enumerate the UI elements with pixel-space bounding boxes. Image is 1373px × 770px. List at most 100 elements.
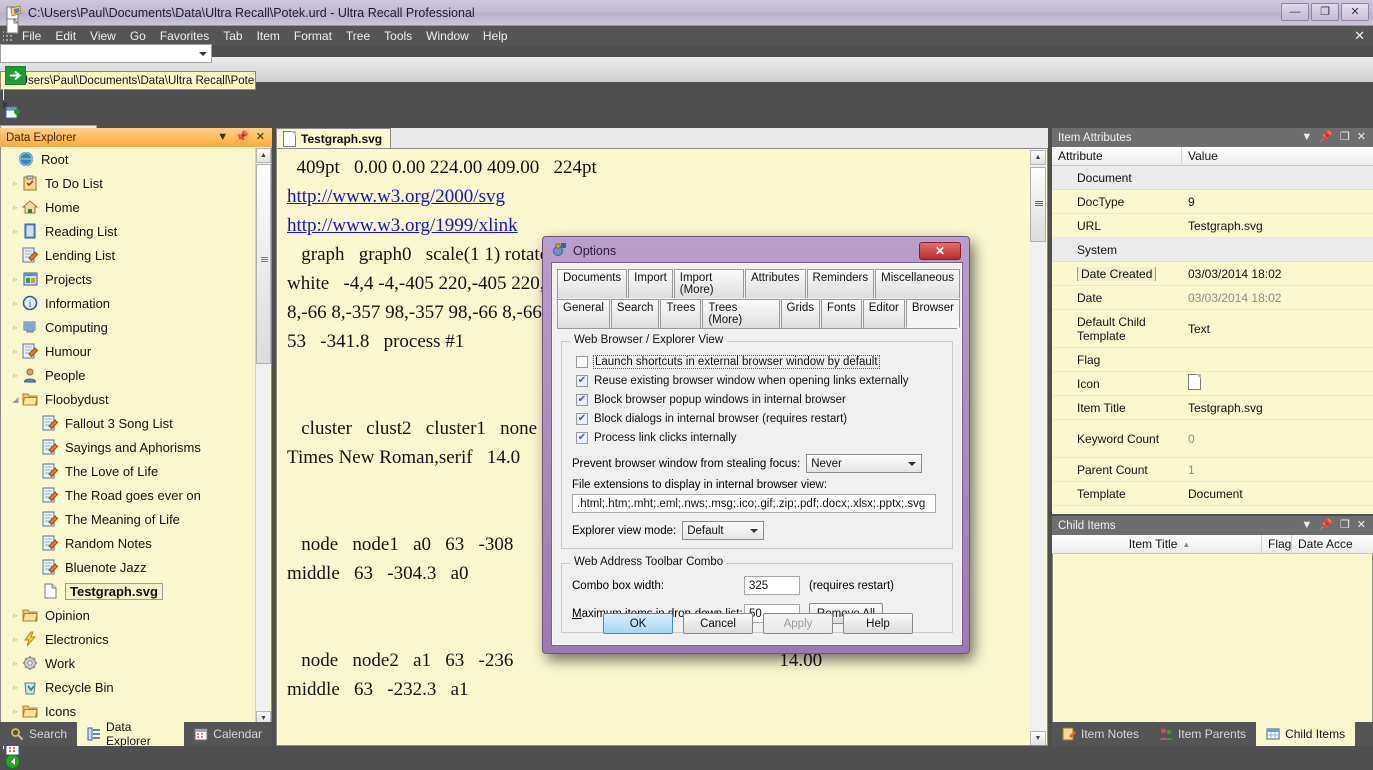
attribute-row[interactable]: Default Child Template Text: [1052, 310, 1373, 348]
expander-collapsed-icon[interactable]: ▹: [9, 275, 22, 284]
minimize-button[interactable]: —: [1281, 3, 1309, 21]
menu-item-format[interactable]: Format: [287, 27, 339, 45]
scroll-down-button[interactable]: ▼: [1030, 731, 1046, 745]
document-link[interactable]: http://www.w3.org/2000/svg: [287, 186, 505, 207]
tree-item-opinion[interactable]: ▹ Opinion: [1, 603, 271, 627]
expander-collapsed-icon[interactable]: ▹: [9, 299, 22, 308]
scroll-thumb[interactable]: [1030, 167, 1046, 242]
path-breadcrumb[interactable]: C:\Users\Paul\Documents\Data\Ultra Recal…: [0, 71, 256, 90]
pin-icon[interactable]: 📌: [1319, 520, 1333, 531]
tree-item-testgraph-svg[interactable]: Testgraph.svg: [1, 579, 271, 603]
attribute-row[interactable]: URL Testgraph.svg: [1052, 214, 1373, 238]
options-close-button[interactable]: ✕: [919, 242, 961, 260]
view-mode-select[interactable]: Default: [682, 521, 765, 540]
options-tab-documents[interactable]: Documents: [557, 269, 628, 298]
tree-scrollbar[interactable]: ▲ ▼: [255, 148, 271, 726]
options-tab-search[interactable]: Search: [610, 299, 660, 328]
options-tab-reminders[interactable]: Reminders: [806, 269, 875, 298]
options-tab-import-more-[interactable]: Import (More): [673, 269, 744, 298]
options-tab-fonts[interactable]: Fonts: [821, 299, 862, 328]
checkbox[interactable]: [576, 431, 588, 444]
expander-collapsed-icon[interactable]: ▹: [9, 227, 22, 236]
maximize-icon[interactable]: ❐: [1340, 132, 1350, 143]
tree-item-floobydust[interactable]: ◢ Floobydust: [1, 387, 271, 411]
attribute-value[interactable]: Text: [1182, 322, 1373, 336]
browser-option-row[interactable]: Block browser popup windows in internal …: [576, 390, 942, 409]
tree-item-projects[interactable]: ▹ Projects: [1, 267, 271, 291]
column-value[interactable]: Value: [1182, 147, 1373, 166]
attribute-value[interactable]: 03/03/2014 18:02: [1182, 267, 1373, 281]
menu-item-go[interactable]: Go: [123, 27, 153, 45]
menu-item-view[interactable]: View: [83, 27, 123, 45]
menu-item-help[interactable]: Help: [476, 27, 515, 45]
chevron-down-icon[interactable]: [750, 528, 759, 533]
pin-icon[interactable]: 📌: [235, 132, 249, 143]
tree-item-fallout-3-song-list[interactable]: Fallout 3 Song List: [1, 411, 271, 435]
attribute-value[interactable]: 9: [1182, 195, 1373, 209]
attribute-value[interactable]: Testgraph.svg: [1182, 219, 1373, 233]
apply-button[interactable]: Apply: [763, 613, 833, 634]
expander-collapsed-icon[interactable]: ▹: [9, 611, 22, 620]
tree-item-lending-list[interactable]: Lending List: [1, 243, 271, 267]
data-explorer-tree[interactable]: Root ▹ To Do List ▹ Home ▹ Reading List Lending…: [0, 147, 272, 727]
attribute-value[interactable]: 1: [1182, 463, 1373, 477]
attribute-row[interactable]: DocType 9: [1052, 190, 1373, 214]
attribute-row[interactable]: Flag: [1052, 348, 1373, 372]
chevron-down-icon[interactable]: ▼: [1301, 132, 1312, 143]
options-dialog[interactable]: Options ✕ Documents Import Import (More) At…: [542, 236, 970, 654]
close-document-icon[interactable]: ✕: [1354, 28, 1365, 44]
document-scrollbar[interactable]: ▲ ▼: [1030, 150, 1046, 745]
maximize-button[interactable]: ❐: [1311, 3, 1339, 21]
attribute-value[interactable]: 0: [1182, 432, 1373, 446]
tree-item-electronics[interactable]: ▹ Electronics: [1, 627, 271, 651]
close-icon[interactable]: ✕: [256, 132, 265, 143]
checkbox[interactable]: [576, 393, 588, 406]
chevron-down-icon[interactable]: [908, 461, 917, 466]
tree-item-sayings-and-aphorisms[interactable]: Sayings and Aphorisms: [1, 435, 271, 459]
tree-item-work[interactable]: ▹ Work: [1, 651, 271, 675]
cancel-button[interactable]: Cancel: [683, 613, 753, 634]
menu-item-tree[interactable]: Tree: [339, 27, 377, 45]
tree-item-to-do-list[interactable]: ▹ To Do List: [1, 171, 271, 195]
expander-collapsed-icon[interactable]: ▹: [9, 635, 22, 644]
chevron-down-icon[interactable]: [199, 51, 207, 56]
tab-search[interactable]: Search: [0, 722, 77, 746]
expander-collapsed-icon[interactable]: ▹: [9, 659, 22, 668]
chevron-down-icon[interactable]: ▼: [1301, 520, 1312, 531]
expander-collapsed-icon[interactable]: ▹: [9, 347, 22, 356]
document-link[interactable]: http://www.w3.org/1999/xlink: [287, 215, 518, 236]
attribute-row[interactable]: System: [1052, 238, 1373, 262]
focus-select[interactable]: Never: [806, 454, 923, 473]
child-items-list[interactable]: ◀ ⦙⦙⦙ ▶: [1052, 554, 1373, 740]
expander-expanded-icon[interactable]: ◢: [9, 395, 22, 404]
tree-item-reading-list[interactable]: ▹ Reading List: [1, 219, 271, 243]
options-tab-grids[interactable]: Grids: [780, 299, 820, 328]
attribute-value[interactable]: [1182, 374, 1373, 393]
tree-item-home[interactable]: ▹ Home: [1, 195, 271, 219]
menu-item-tab[interactable]: Tab: [216, 27, 249, 45]
attribute-row[interactable]: Date Created 03/03/2014 18:02: [1052, 262, 1373, 286]
browser-option-row[interactable]: Process link clicks internally: [576, 428, 942, 447]
combo-width-input[interactable]: 325: [744, 576, 800, 595]
expander-collapsed-icon[interactable]: ▹: [9, 179, 22, 188]
close-button[interactable]: ✕: [1341, 3, 1369, 21]
tree-item-the-road-goes-ever-on[interactable]: The Road goes ever on: [1, 483, 271, 507]
attribute-row[interactable]: Keyword Count 0: [1052, 420, 1373, 458]
tab-calendar[interactable]: Calendar: [184, 722, 272, 746]
options-tab-attributes[interactable]: Attributes: [744, 269, 806, 298]
options-tab-miscellaneous[interactable]: Miscellaneous: [875, 269, 960, 298]
chevron-down-icon[interactable]: ▼: [217, 132, 228, 143]
column-item-title[interactable]: Item Title ▲: [1052, 534, 1262, 554]
column-attribute[interactable]: Attribute: [1052, 146, 1182, 166]
maximize-icon[interactable]: ❐: [1340, 520, 1350, 531]
help-button[interactable]: Help: [843, 613, 913, 634]
attribute-value[interactable]: Document: [1182, 487, 1373, 501]
extensions-input[interactable]: .html;.htm;.mht;.eml;.nws;.msg;.ico;.gif…: [572, 494, 936, 513]
pin-icon[interactable]: 📌: [1319, 132, 1333, 143]
document-tab-testgraph[interactable]: Testgraph.svg: [276, 128, 392, 148]
menu-item-tools[interactable]: Tools: [377, 27, 419, 45]
close-icon[interactable]: ✕: [1357, 132, 1366, 143]
tree-item-the-love-of-life[interactable]: The Love of Life: [1, 459, 271, 483]
column-date-accessed[interactable]: Date Acce: [1292, 535, 1373, 554]
scroll-up-button[interactable]: ▲: [1030, 150, 1046, 165]
